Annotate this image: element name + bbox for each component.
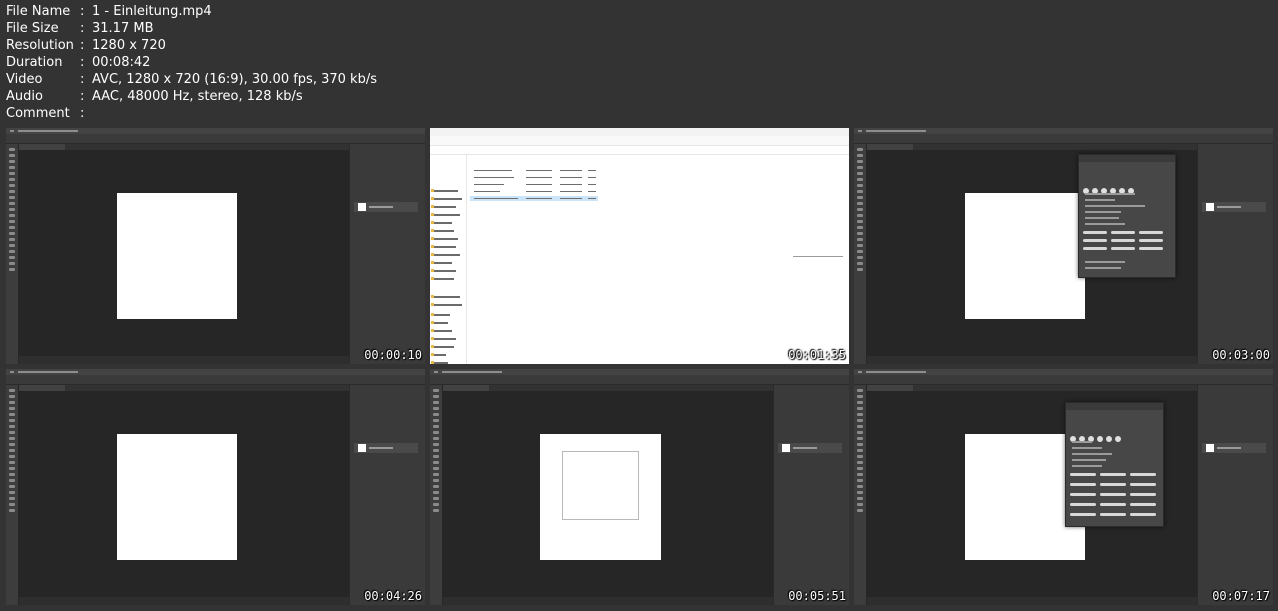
thumbnail-1[interactable]: 00:00:10: [6, 128, 425, 364]
explorer-navigation-pane: [430, 155, 467, 364]
info-value: 1 - Einleitung.mp4: [92, 4, 212, 19]
layers-panel: [1197, 385, 1273, 605]
status-bar: [867, 356, 1197, 364]
status-bar: [19, 356, 349, 364]
info-row-resolution: Resolution : 1280 x 720: [6, 37, 377, 54]
thumbnail-4[interactable]: 00:04:26: [6, 369, 425, 605]
tool-panel: [6, 144, 18, 364]
info-label: Video: [6, 72, 43, 87]
info-label: Comment: [6, 106, 70, 121]
explorer-file-row: [470, 189, 598, 194]
brush-preset-panel: [1065, 402, 1164, 527]
thumbnail-timestamp: 00:03:00: [1212, 348, 1270, 362]
info-label: File Name: [6, 4, 71, 19]
info-separator: :: [80, 55, 85, 70]
layers-panel: [349, 144, 425, 364]
info-label: File Size: [6, 21, 59, 36]
info-separator: :: [80, 38, 85, 53]
status-bar: [443, 597, 773, 605]
thumbnail-6[interactable]: 00:07:17: [854, 369, 1273, 605]
info-value: 1280 x 720: [92, 38, 166, 53]
thumbnail-timestamp: 00:00:10: [364, 348, 422, 362]
explorer-file-row: [470, 182, 598, 187]
explorer-preview-note: [793, 256, 843, 257]
app-options-bar: [6, 134, 425, 144]
explorer-ribbon: [430, 136, 849, 146]
tool-panel: [854, 385, 866, 605]
info-value: 31.17 MB: [92, 21, 154, 36]
brush-preset-panel: [1078, 154, 1176, 278]
document-page: [117, 193, 237, 319]
tool-panel: [854, 144, 866, 364]
info-row-audio: Audio : AAC, 48000 Hz, stereo, 128 kb/s: [6, 88, 377, 105]
selection-marquee: [562, 451, 639, 520]
file-info-block: File Name : 1 - Einleitung.mp4 File Size…: [6, 3, 377, 122]
app-options-bar: [6, 375, 425, 385]
thumbnail-timestamp: 00:07:17: [1212, 589, 1270, 603]
thumbnail-timestamp: 00:04:26: [364, 589, 422, 603]
info-row-file-name: File Name : 1 - Einleitung.mp4: [6, 3, 377, 20]
info-row-file-size: File Size : 31.17 MB: [6, 20, 377, 37]
thumbnail-timestamp: 00:05:51: [788, 589, 846, 603]
app-options-bar: [854, 134, 1273, 144]
info-separator: :: [80, 106, 85, 121]
document-page: [117, 434, 237, 560]
thumbnail-3[interactable]: 00:03:00: [854, 128, 1273, 364]
info-label: Resolution: [6, 38, 74, 53]
app-options-bar: [430, 375, 849, 385]
tool-panel: [430, 385, 442, 605]
layers-panel: [773, 385, 849, 605]
info-value: AVC, 1280 x 720 (16:9), 30.00 fps, 370 k…: [92, 72, 377, 87]
info-row-comment: Comment :: [6, 105, 377, 122]
explorer-file-row-selected: [470, 196, 598, 201]
status-bar: [19, 597, 349, 605]
status-bar: [867, 597, 1197, 605]
info-separator: :: [80, 89, 85, 104]
layers-panel: [349, 385, 425, 605]
info-value: AAC, 48000 Hz, stereo, 128 kb/s: [92, 89, 303, 104]
info-separator: :: [80, 72, 85, 87]
document-page: [965, 193, 1085, 319]
info-separator: :: [80, 21, 85, 36]
explorer-file-row: [470, 175, 598, 180]
layers-panel: [1197, 144, 1273, 364]
thumbnail-timestamp: 00:01:35: [788, 348, 846, 362]
thumbnail-5[interactable]: 00:05:51: [430, 369, 849, 605]
info-row-video: Video : AVC, 1280 x 720 (16:9), 30.00 fp…: [6, 71, 377, 88]
info-label: Audio: [6, 89, 43, 104]
info-label: Duration: [6, 55, 63, 70]
explorer-address-bar: [430, 146, 849, 155]
info-value: 00:08:42: [92, 55, 151, 70]
app-options-bar: [854, 375, 1273, 385]
tool-panel: [6, 385, 18, 605]
thumbnail-2[interactable]: 00:01:35: [430, 128, 849, 364]
info-row-duration: Duration : 00:08:42: [6, 54, 377, 71]
explorer-file-row: [470, 168, 598, 173]
info-separator: :: [80, 4, 85, 19]
